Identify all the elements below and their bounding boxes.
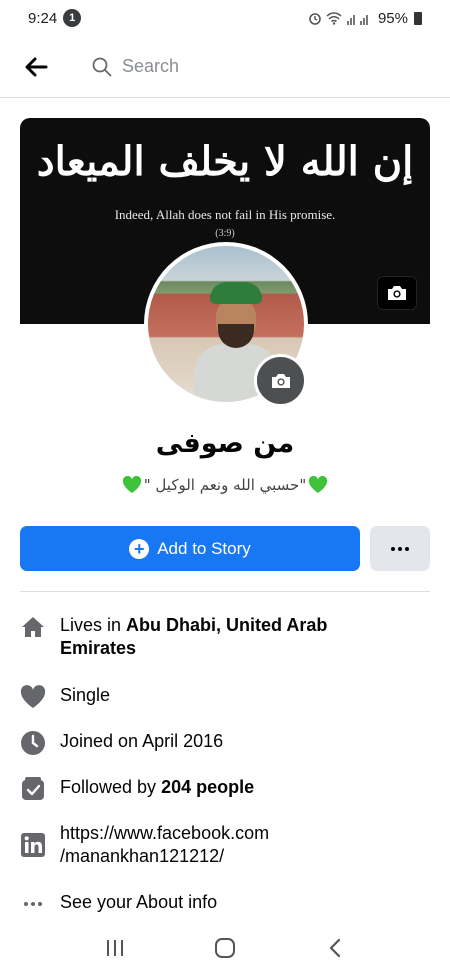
clock-icon bbox=[20, 730, 46, 756]
detail-joined: Joined on April 2016 bbox=[20, 730, 430, 756]
green-heart-icon bbox=[309, 476, 328, 493]
followers-text[interactable]: Followed by 204 people bbox=[60, 776, 254, 799]
add-to-story-button[interactable]: + Add to Story bbox=[20, 526, 360, 571]
back-button[interactable] bbox=[0, 36, 72, 98]
relationship-text: Single bbox=[60, 685, 111, 705]
home-button[interactable] bbox=[205, 928, 245, 968]
search-header bbox=[0, 36, 450, 98]
bio-text: "حسبي الله ونعم الوكيل " bbox=[143, 476, 307, 494]
lives-in-text: Lives in Abu Dhabi, United Arab Emirates bbox=[60, 614, 327, 660]
cover-arabic-text: إن الله لا يخلف الميعاد bbox=[36, 138, 414, 185]
add-to-story-label: Add to Story bbox=[157, 538, 251, 558]
edit-cover-button[interactable] bbox=[377, 276, 417, 310]
green-heart-icon bbox=[122, 476, 141, 493]
alarm-icon bbox=[309, 13, 321, 25]
followers-icon bbox=[20, 776, 46, 802]
lives-place-line1[interactable]: Abu Dhabi, United Arab bbox=[126, 615, 327, 635]
linkedin-icon bbox=[20, 832, 46, 858]
battery-icon bbox=[414, 11, 422, 25]
divider bbox=[20, 591, 430, 592]
camera-icon bbox=[388, 286, 406, 300]
profile-link[interactable]: https://www.facebook.com /manankhan12121… bbox=[60, 822, 269, 868]
more-horizontal-icon bbox=[20, 891, 46, 917]
profile-name: من صوفی bbox=[155, 428, 295, 459]
followers-count: 204 people bbox=[161, 777, 255, 797]
recent-apps-icon bbox=[107, 939, 123, 956]
status-left: 9:24 1 bbox=[28, 9, 82, 27]
lives-place-line2[interactable]: Emirates bbox=[60, 638, 136, 658]
joined-text: Joined on April 2016 bbox=[60, 731, 224, 751]
more-dot bbox=[398, 546, 402, 551]
wifi-icon bbox=[326, 11, 342, 25]
detail-relationship: Single bbox=[20, 684, 430, 710]
status-right: 95% bbox=[308, 10, 422, 27]
recent-apps-button[interactable] bbox=[95, 928, 135, 968]
search-box[interactable] bbox=[92, 56, 382, 77]
notification-badge: 1 bbox=[63, 9, 82, 27]
camera-icon bbox=[271, 373, 290, 388]
system-nav-bar bbox=[0, 920, 450, 975]
detail-about[interactable]: See your About info bbox=[20, 891, 430, 917]
edit-profile-picture-button[interactable] bbox=[254, 354, 307, 407]
search-input[interactable] bbox=[122, 56, 382, 77]
detail-link: https://www.facebook.com /manankhan12121… bbox=[20, 822, 430, 868]
followers-prefix: Followed by bbox=[60, 777, 162, 797]
more-dot bbox=[405, 546, 409, 551]
plus-circle-icon: + bbox=[129, 538, 150, 559]
chevron-left-icon bbox=[329, 938, 341, 957]
home-icon bbox=[20, 614, 46, 640]
link-line1: https://www.facebook.com bbox=[60, 823, 270, 843]
home-rounded-square-icon bbox=[215, 937, 235, 958]
heart-icon bbox=[20, 684, 46, 710]
status-icons bbox=[308, 11, 372, 25]
detail-lives-in: Lives in Abu Dhabi, United Arab Emirates bbox=[20, 614, 430, 660]
arrow-left-icon bbox=[25, 57, 48, 76]
detail-followers: Followed by 204 people bbox=[20, 776, 430, 802]
battery-level: 95% bbox=[377, 9, 408, 27]
more-options-button[interactable] bbox=[370, 526, 430, 571]
about-text: See your About info bbox=[60, 892, 218, 912]
avatar-turban bbox=[210, 282, 262, 304]
status-time: 9:24 bbox=[28, 9, 58, 27]
cover-english-text: Indeed, Allah does not fail in His promi… bbox=[114, 207, 336, 222]
more-horizontal-icon bbox=[391, 546, 395, 551]
link-line2: /manankhan121212/ bbox=[60, 846, 225, 866]
profile-bio: "حسبي الله ونعم الوكيل " bbox=[0, 476, 450, 494]
back-nav-button[interactable] bbox=[315, 928, 355, 968]
lives-prefix: Lives in bbox=[60, 615, 127, 635]
status-bar: 9:24 1 95% bbox=[0, 0, 450, 36]
signal-icon bbox=[346, 14, 368, 25]
search-icon bbox=[92, 57, 112, 76]
cover-reference: (3:9) bbox=[215, 228, 235, 239]
